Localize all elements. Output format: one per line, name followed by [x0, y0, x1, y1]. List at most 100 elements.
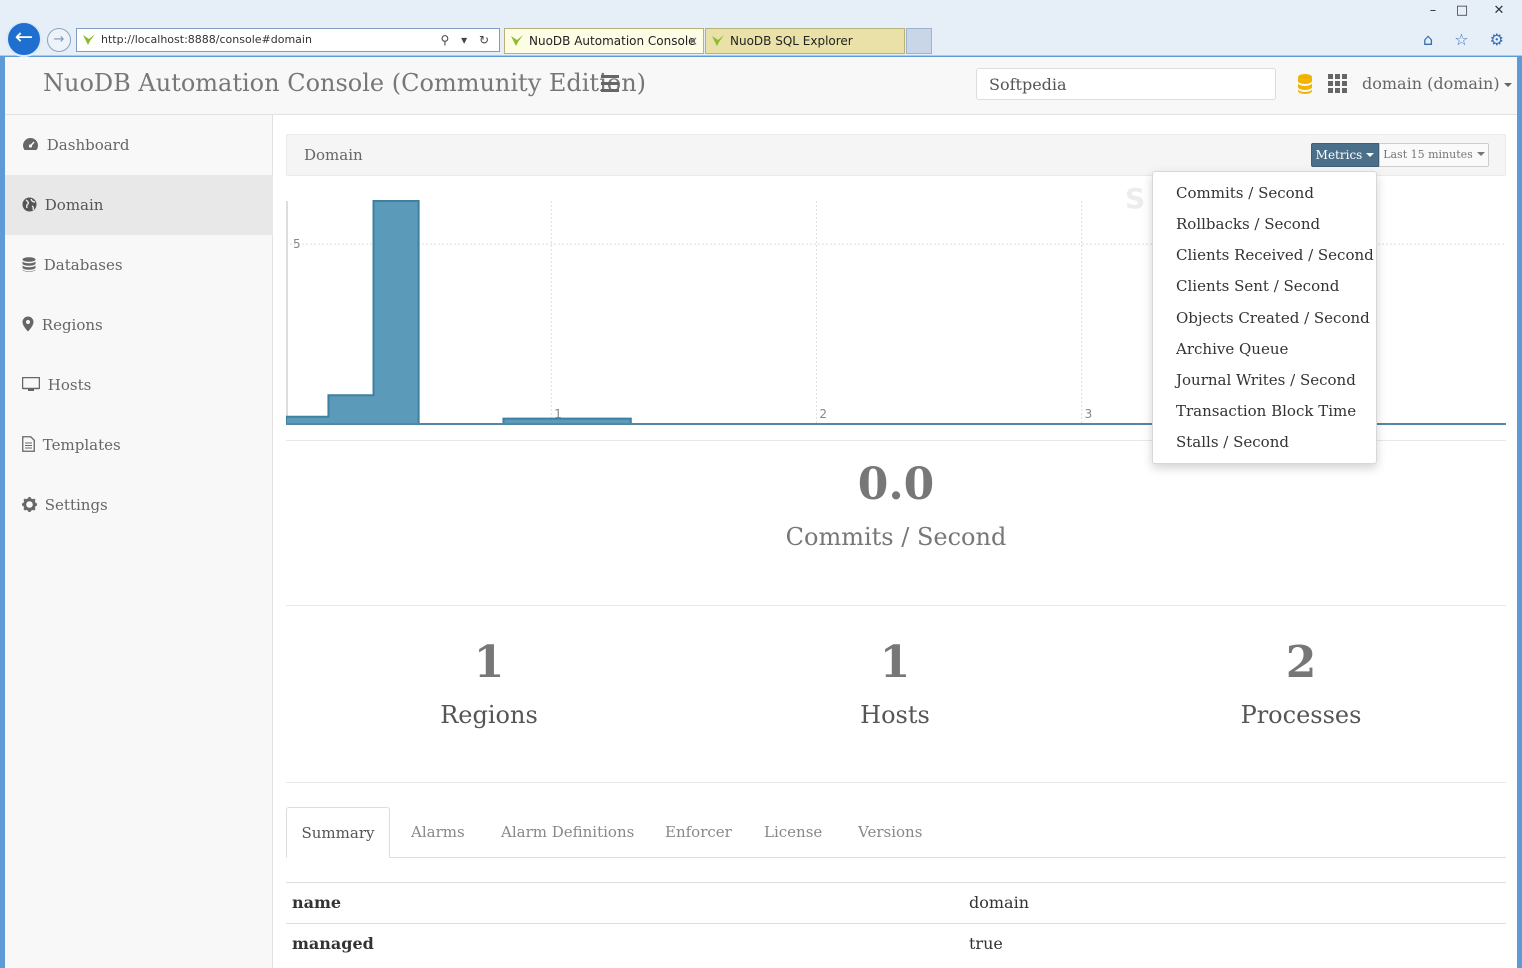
- sidebar-item-label: Dashboard: [46, 136, 130, 154]
- tab-versions[interactable]: Versions: [858, 807, 922, 858]
- sidebar-item-label: Settings: [44, 496, 108, 514]
- current-metric-value: 0.0: [857, 459, 935, 510]
- summary-key: name: [292, 893, 342, 912]
- apps-grid-icon[interactable]: [1328, 74, 1347, 93]
- maximize-button[interactable]: □: [1448, 0, 1476, 22]
- sidebar-item-settings[interactable]: Settings: [5, 475, 273, 535]
- nuodb-favicon-icon: [712, 35, 724, 46]
- stat-label: Hosts: [860, 701, 930, 729]
- detail-tabs: Summary Alarms Alarm Definitions Enforce…: [286, 807, 1506, 858]
- menu-item-rollbacks[interactable]: Rollbacks / Second: [1176, 215, 1320, 233]
- new-tab-button[interactable]: [906, 28, 932, 54]
- minimize-button[interactable]: –: [1418, 0, 1448, 22]
- dashboard-icon: [23, 138, 38, 150]
- browser-tab-label: NuoDB Automation Console: [529, 34, 696, 48]
- metrics-dropdown-menu: Commits / Second Rollbacks / Second Clie…: [1152, 171, 1377, 464]
- time-range-dropdown-button[interactable]: Last 15 minutes: [1379, 143, 1489, 167]
- sidebar-item-databases[interactable]: Databases: [5, 235, 273, 295]
- back-button[interactable]: ←: [6, 21, 42, 57]
- tab-summary[interactable]: Summary: [286, 807, 390, 858]
- time-range-label: Last 15 minutes: [1383, 148, 1473, 161]
- close-tab-icon[interactable]: ×: [688, 29, 698, 53]
- menu-item-journal-writes[interactable]: Journal Writes / Second: [1176, 371, 1356, 389]
- close-window-button[interactable]: ✕: [1476, 0, 1522, 22]
- menu-item-clients-sent[interactable]: Clients Sent / Second: [1176, 277, 1339, 295]
- nuodb-favicon-icon: [511, 35, 523, 46]
- top-navbar: NuoDB Automation Console (Community Edit…: [5, 57, 1517, 115]
- menu-item-commits[interactable]: Commits / Second: [1176, 184, 1314, 202]
- map-marker-icon: [22, 316, 34, 332]
- window-controls: – □ ✕: [1412, 0, 1522, 22]
- y-tick-label: 5: [293, 237, 301, 251]
- menu-item-objects-created[interactable]: Objects Created / Second: [1176, 309, 1370, 327]
- stat-label: Processes: [1240, 701, 1362, 729]
- search-input[interactable]: [976, 68, 1276, 100]
- stat-value: 1: [879, 637, 911, 688]
- tab-license[interactable]: License: [764, 807, 822, 858]
- metrics-button-label: Metrics: [1315, 148, 1363, 162]
- app-page: NuoDB Automation Console (Community Edit…: [5, 57, 1517, 968]
- summary-key: managed: [292, 934, 374, 953]
- stat-value: 2: [1285, 637, 1317, 688]
- tab-alarms[interactable]: Alarms: [411, 807, 465, 858]
- chevron-down-icon: [1503, 83, 1512, 87]
- menu-item-stalls[interactable]: Stalls / Second: [1176, 433, 1289, 451]
- panel-header: Domain Metrics Last 15 minutes: [286, 134, 1506, 176]
- globe-icon: [22, 197, 37, 212]
- hamburger-menu-icon[interactable]: [601, 75, 619, 93]
- sidebar-item-templates[interactable]: Templates: [5, 415, 273, 475]
- x-tick-label: 1: [554, 407, 562, 421]
- summary-value: true: [969, 934, 1003, 953]
- table-row: name domain: [286, 882, 1506, 923]
- domain-dropdown[interactable]: domain (domain): [1362, 74, 1512, 93]
- file-icon: [22, 436, 35, 452]
- chevron-down-icon: [1366, 153, 1375, 157]
- brand-title[interactable]: NuoDB Automation Console (Community Edit…: [43, 69, 646, 97]
- menu-item-clients-received[interactable]: Clients Received / Second: [1176, 246, 1374, 264]
- menu-item-transaction-block-time[interactable]: Transaction Block Time: [1176, 402, 1356, 420]
- stat-label: Regions: [440, 701, 538, 729]
- sidebar-item-domain[interactable]: Domain: [5, 175, 273, 235]
- menu-item-archive-queue[interactable]: Archive Queue: [1176, 340, 1288, 358]
- chevron-down-icon: [1476, 152, 1485, 156]
- database-status-icon[interactable]: [1297, 73, 1313, 95]
- metrics-dropdown-button[interactable]: Metrics: [1311, 143, 1379, 167]
- divider: [286, 605, 1506, 606]
- table-row: managed true: [286, 923, 1506, 964]
- panel-title: Domain: [304, 146, 363, 164]
- summary-table: name domain managed true: [286, 882, 1506, 964]
- domain-dropdown-label: domain (domain): [1362, 74, 1500, 93]
- divider: [286, 782, 1506, 783]
- address-bar[interactable]: http://localhost:8888/console#domain ⚲ ▾…: [76, 28, 500, 52]
- forward-button[interactable]: →: [47, 28, 71, 52]
- stat-value: 1: [473, 637, 505, 688]
- sidebar-item-regions[interactable]: Regions: [5, 295, 273, 355]
- sidebar-item-label: Hosts: [47, 376, 92, 394]
- sidebar: Dashboard Domain Databases Regions Hosts…: [5, 115, 273, 968]
- address-actions[interactable]: ⚲ ▾ ↻: [441, 29, 494, 51]
- browser-tab-sql-explorer[interactable]: NuoDB SQL Explorer: [705, 28, 905, 54]
- sidebar-item-dashboard[interactable]: Dashboard: [5, 115, 273, 175]
- x-tick-label: 3: [1085, 407, 1093, 421]
- browser-tab-console[interactable]: NuoDB Automation Console ×: [504, 28, 704, 54]
- summary-value: domain: [969, 893, 1030, 912]
- gear-icon: [22, 497, 37, 512]
- monitor-icon: [22, 377, 40, 391]
- tab-enforcer[interactable]: Enforcer: [665, 807, 732, 858]
- current-metric-label: Commits / Second: [785, 523, 1007, 551]
- stat-regions[interactable]: 1 Regions: [286, 637, 692, 729]
- x-tick-label: 2: [819, 407, 827, 421]
- browser-chrome: ← → http://localhost:8888/console#domain…: [0, 0, 1522, 57]
- address-url: http://localhost:8888/console#domain: [101, 33, 312, 46]
- database-icon: [22, 257, 36, 272]
- sidebar-item-hosts[interactable]: Hosts: [5, 355, 273, 415]
- browser-nav-icons[interactable]: ⌂ ☆ ⚙: [1423, 30, 1512, 49]
- stat-processes[interactable]: 2 Processes: [1098, 637, 1504, 729]
- tab-alarm-definitions[interactable]: Alarm Definitions: [501, 807, 634, 858]
- sidebar-item-label: Templates: [42, 436, 121, 454]
- sidebar-item-label: Domain: [44, 196, 104, 214]
- sidebar-item-label: Databases: [43, 256, 123, 274]
- browser-tab-label: NuoDB SQL Explorer: [730, 34, 853, 48]
- sidebar-item-label: Regions: [41, 316, 103, 334]
- stat-hosts[interactable]: 1 Hosts: [692, 637, 1098, 729]
